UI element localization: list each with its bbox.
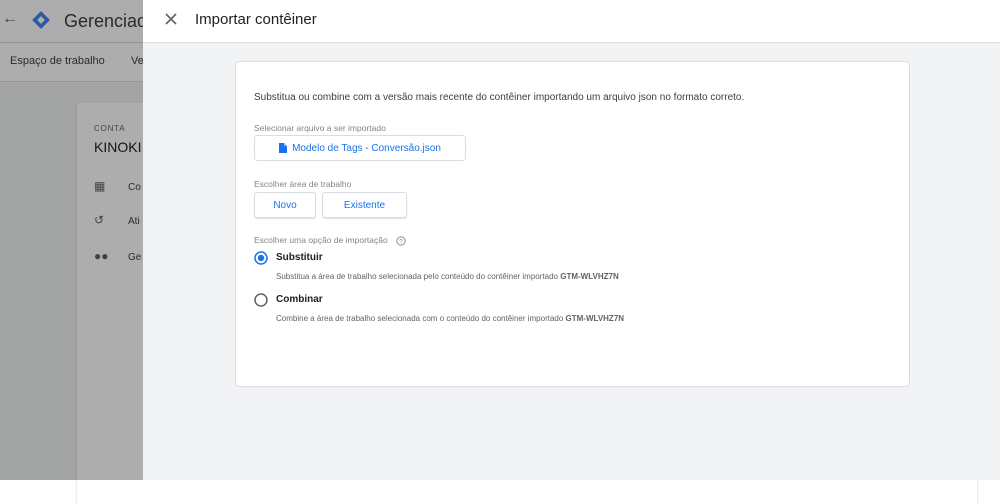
option-replace-desc-text: Substitua a área de trabalho selecionada… — [276, 272, 558, 281]
workspace-existing-button[interactable]: Existente — [322, 192, 407, 218]
panel-header: Importar contêiner — [143, 0, 1000, 43]
workspace-new-button[interactable]: Novo — [254, 192, 316, 218]
option-replace-description: Substitua a área de trabalho selecionada… — [276, 272, 619, 281]
option-combine-label[interactable]: Combinar — [276, 294, 323, 305]
import-option-label: Escolher uma opção de importação ? — [254, 235, 406, 246]
intro-text: Substitua ou combine com a versão mais r… — [254, 92, 745, 103]
option-replace-label[interactable]: Substituir — [276, 252, 323, 263]
option-combine-description: Combine a área de trabalho selecionada c… — [276, 314, 624, 323]
radio-checked-icon[interactable] — [254, 251, 268, 265]
import-card: Substitua ou combine com a versão mais r… — [235, 61, 910, 387]
close-icon[interactable] — [161, 9, 181, 29]
svg-text:?: ? — [399, 238, 403, 245]
import-option-label-text: Escolher uma opção de importação — [254, 235, 388, 245]
file-name: Modelo de Tags - Conversão.json — [292, 142, 441, 154]
option-replace-container-id: GTM-WLVHZ7N — [560, 272, 619, 281]
radio-unchecked-icon[interactable] — [254, 293, 268, 307]
panel-title: Importar contêiner — [195, 11, 317, 28]
option-combine-desc-text: Combine a área de trabalho selecionada c… — [276, 314, 564, 323]
workspace-section-label: Escolher área de trabalho — [254, 179, 352, 189]
import-container-panel: Importar contêiner Substitua ou combine … — [143, 0, 1000, 480]
help-icon[interactable]: ? — [396, 236, 406, 246]
option-combine-container-id: GTM-WLVHZ7N — [565, 314, 625, 323]
select-file-button[interactable]: Modelo de Tags - Conversão.json — [254, 135, 466, 161]
file-icon — [279, 143, 288, 153]
file-section-label: Selecionar arquivo a ser importado — [254, 123, 386, 133]
